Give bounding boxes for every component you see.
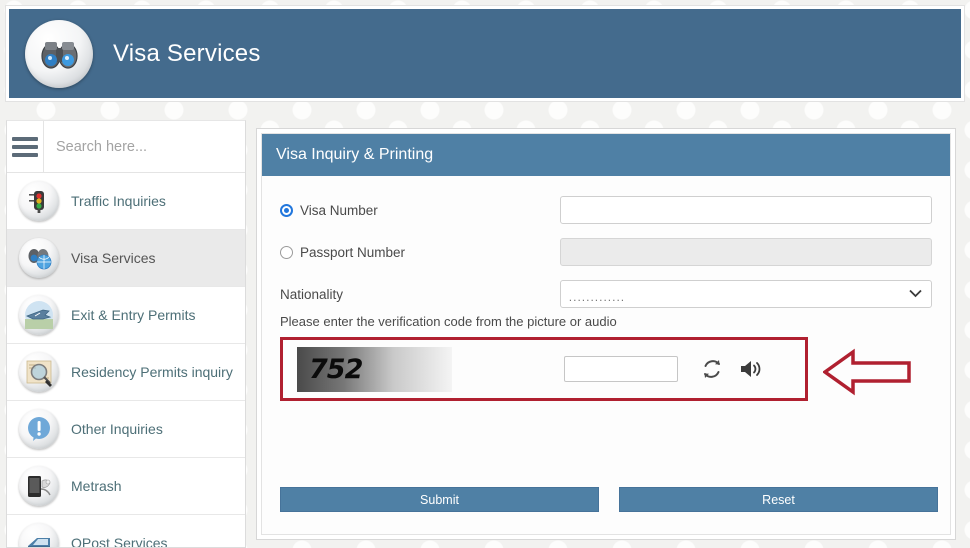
sidebar-item-label: QPost Services [71,535,168,548]
captcha-code-text: 752 [309,353,363,385]
sidebar-item-other-inquiries[interactable]: Other Inquiries [7,401,245,458]
form-actions: Submit Reset [280,487,938,512]
captcha-input[interactable] [564,356,678,382]
left-arrow-annotation-icon [821,348,911,401]
visa-number-label: Visa Number [300,202,378,218]
visa-number-input[interactable] [559,196,932,224]
airplane-icon [19,295,59,335]
traffic-light-icon [19,181,59,221]
nationality-selected-value: ............. [568,290,626,304]
nationality-row: Nationality ............. [280,280,932,308]
chevron-down-icon [909,285,922,303]
passport-number-label-cell: Passport Number [280,245,560,260]
sidebar-item-label: Metrash [71,478,122,494]
visa-number-radio[interactable] [280,203,293,217]
panel-body: Visa Number Passport Number Nationality [262,176,950,534]
captcha-image: 752 [297,346,452,392]
passport-number-label: Passport Number [300,244,406,260]
nationality-label-cell: Nationality [280,287,560,302]
passport-number-radio[interactable] [280,245,293,259]
post-van-icon [19,523,59,547]
sidebar: Traffic Inquiries Visa Services [6,120,246,548]
sidebar-item-metrash[interactable]: Metrash [7,458,245,515]
passport-number-row: Passport Number [280,238,932,266]
search-input[interactable] [44,121,245,172]
sidebar-item-residency-permits-inquiry[interactable]: Residency Permits inquiry [7,344,245,401]
header-bar: Visa Services [9,9,961,98]
visa-number-row: Visa Number [280,196,932,224]
visa-number-label-cell: Visa Number [280,203,560,218]
content-panel: Visa Inquiry & Printing Visa Number Pass… [256,128,956,540]
magnifier-document-icon [19,352,59,392]
sidebar-search-row [7,121,245,173]
panel-title: Visa Inquiry & Printing [262,134,950,176]
speaker-icon[interactable] [738,357,764,381]
sidebar-item-label: Visa Services [71,250,156,266]
sidebar-item-label: Other Inquiries [71,421,163,437]
sidebar-item-label: Traffic Inquiries [71,193,166,209]
binoculars-icon [25,19,93,88]
binoculars-globe-icon [19,238,59,278]
passport-number-input[interactable] [559,238,932,266]
app-body: Traffic Inquiries Visa Services [6,120,964,548]
visa-inquiry-panel: Visa Inquiry & Printing Visa Number Pass… [261,133,951,535]
sidebar-item-exit-entry-permits[interactable]: Exit & Entry Permits [7,287,245,344]
captcha-hint: Please enter the verification code from … [280,314,617,329]
submit-button[interactable]: Submit [280,487,599,512]
page-title: Visa Services [113,39,261,67]
sidebar-item-label: Residency Permits inquiry [71,364,233,380]
nationality-label: Nationality [280,286,344,302]
sidebar-item-qpost-services[interactable]: QPost Services [7,515,245,548]
sidebar-item-label: Exit & Entry Permits [71,307,196,323]
mobile-device-icon [19,466,59,506]
nationality-select[interactable]: ............. [559,280,932,308]
sidebar-item-traffic-inquiries[interactable]: Traffic Inquiries [7,173,245,230]
refresh-icon[interactable] [700,357,724,381]
captcha-section: 752 [280,337,911,401]
header-banner: Visa Services [6,6,964,101]
hamburger-menu-icon[interactable] [7,121,44,172]
sidebar-item-visa-services[interactable]: Visa Services [7,230,245,287]
exclamation-bubble-icon [19,409,59,449]
reset-button[interactable]: Reset [619,487,938,512]
